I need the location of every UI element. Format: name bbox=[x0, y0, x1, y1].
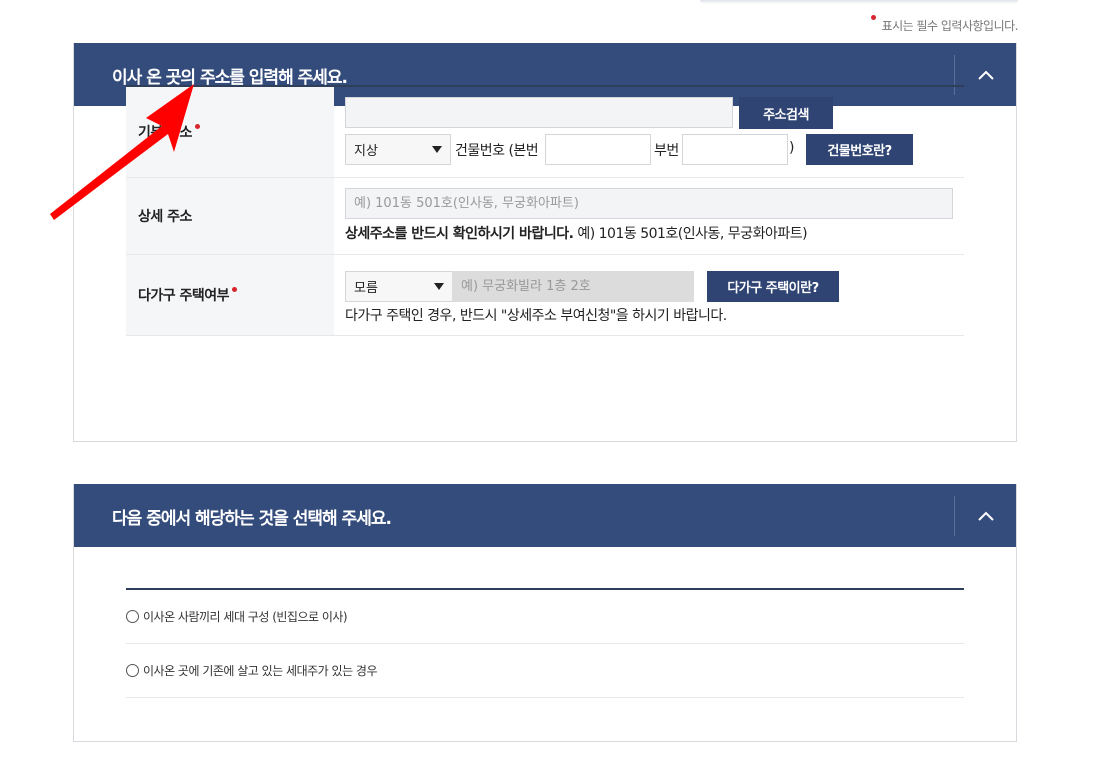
basic-address-label: 기본 주소 bbox=[126, 87, 334, 177]
address-panel: 이사 온 곳의 주소를 입력해 주세요. 기본 주소 주소검색 지상 건물번호 … bbox=[73, 43, 1017, 442]
detail-address-hint-bold: 상세주소를 반드시 확인하시기 바랍니다. bbox=[345, 226, 574, 242]
sub-number-label: 부번 bbox=[654, 143, 679, 159]
radio-button[interactable] bbox=[126, 610, 139, 623]
detail-address-body: 상세주소를 반드시 확인하시기 바랍니다. 예) 101동 501호(인사동, … bbox=[334, 178, 964, 254]
household-choice-panel: 다음 중에서 해당하는 것을 선택해 주세요. 이사온 사람끼리 세대 구성 (… bbox=[73, 484, 1017, 742]
required-dot-icon bbox=[870, 15, 876, 20]
multi-household-label: 다가구 주택여부 bbox=[126, 255, 334, 335]
choice-panel-title: 다음 중에서 해당하는 것을 선택해 주세요. bbox=[112, 509, 392, 529]
basic-address-input[interactable] bbox=[345, 97, 733, 128]
multi-household-selected: 모름 bbox=[354, 281, 378, 296]
top-shadow-decoration bbox=[700, 0, 1018, 4]
multi-household-body: 모름 다가구 주택이란? 다가구 주택인 경우, 반드시 "상세주소 부여신청"… bbox=[334, 255, 964, 335]
required-note-text: 표시는 필수 입력사항입니다. bbox=[881, 19, 1019, 33]
multi-household-row: 다가구 주택여부 모름 다가구 주택이란? 다가구 주택인 경우, 반드시 "상… bbox=[126, 255, 964, 336]
choice-option-label: 이사온 곳에 기존에 살고 있는 세대주가 있는 경우 bbox=[143, 664, 378, 678]
required-note: 표시는 필수 입력사항입니다. bbox=[870, 15, 1019, 34]
multi-household-label-text: 다가구 주택여부 bbox=[138, 288, 230, 304]
radio-button[interactable] bbox=[126, 664, 139, 677]
chevron-down-icon bbox=[434, 283, 444, 290]
chevron-up-icon bbox=[977, 70, 994, 80]
land-type-selected: 지상 bbox=[354, 144, 378, 159]
multi-household-select[interactable]: 모름 bbox=[345, 271, 453, 302]
choice-option-existing-householder[interactable]: 이사온 곳에 기존에 살고 있는 세대주가 있는 경우 bbox=[126, 644, 964, 698]
multi-household-detail-input[interactable] bbox=[452, 271, 694, 302]
sub-number-input[interactable] bbox=[682, 134, 788, 165]
multi-household-help-button[interactable]: 다가구 주택이란? bbox=[707, 271, 839, 302]
building-number-prefix: 건물번호 (본번 bbox=[455, 143, 539, 159]
main-number-input[interactable] bbox=[545, 134, 651, 165]
address-form-table: 기본 주소 주소검색 지상 건물번호 (본번 부번 ) 건물번호란? 상세 주소 bbox=[126, 85, 964, 336]
basic-address-label-text: 기본 주소 bbox=[138, 125, 192, 141]
detail-address-input[interactable] bbox=[345, 188, 953, 219]
choice-option-list: 이사온 사람끼리 세대 구성 (빈집으로 이사) 이사온 곳에 기존에 살고 있… bbox=[126, 588, 964, 698]
detail-address-hint: 상세주소를 반드시 확인하시기 바랍니다. 예) 101동 501호(인사동, … bbox=[345, 223, 808, 243]
choice-panel-header: 다음 중에서 해당하는 것을 선택해 주세요. bbox=[74, 484, 1016, 547]
choice-option-new-household[interactable]: 이사온 사람끼리 세대 구성 (빈집으로 이사) bbox=[126, 590, 964, 644]
detail-address-hint-example: 예) 101동 501호(인사동, 무궁화아파트) bbox=[573, 226, 808, 242]
building-number-suffix: ) bbox=[789, 140, 794, 156]
detail-address-row: 상세 주소 상세주소를 반드시 확인하시기 바랍니다. 예) 101동 501호… bbox=[126, 178, 964, 255]
chevron-down-icon bbox=[432, 146, 442, 153]
chevron-up-icon bbox=[977, 511, 994, 521]
building-number-help-button[interactable]: 건물번호란? bbox=[806, 134, 913, 165]
detail-address-label: 상세 주소 bbox=[126, 178, 334, 254]
address-search-button[interactable]: 주소검색 bbox=[739, 97, 833, 129]
basic-address-body: 주소검색 지상 건물번호 (본번 부번 ) 건물번호란? bbox=[334, 87, 964, 177]
required-dot-icon bbox=[194, 123, 200, 129]
land-type-select[interactable]: 지상 bbox=[345, 134, 451, 165]
basic-address-row: 기본 주소 주소검색 지상 건물번호 (본번 부번 ) 건물번호란? bbox=[126, 87, 964, 178]
multi-household-hint: 다가구 주택인 경우, 반드시 "상세주소 부여신청"을 하시기 바랍니다. bbox=[345, 308, 727, 324]
choice-option-label: 이사온 사람끼리 세대 구성 (빈집으로 이사) bbox=[143, 610, 348, 624]
choice-panel-toggle[interactable] bbox=[954, 496, 1016, 536]
required-dot-icon bbox=[232, 286, 238, 292]
